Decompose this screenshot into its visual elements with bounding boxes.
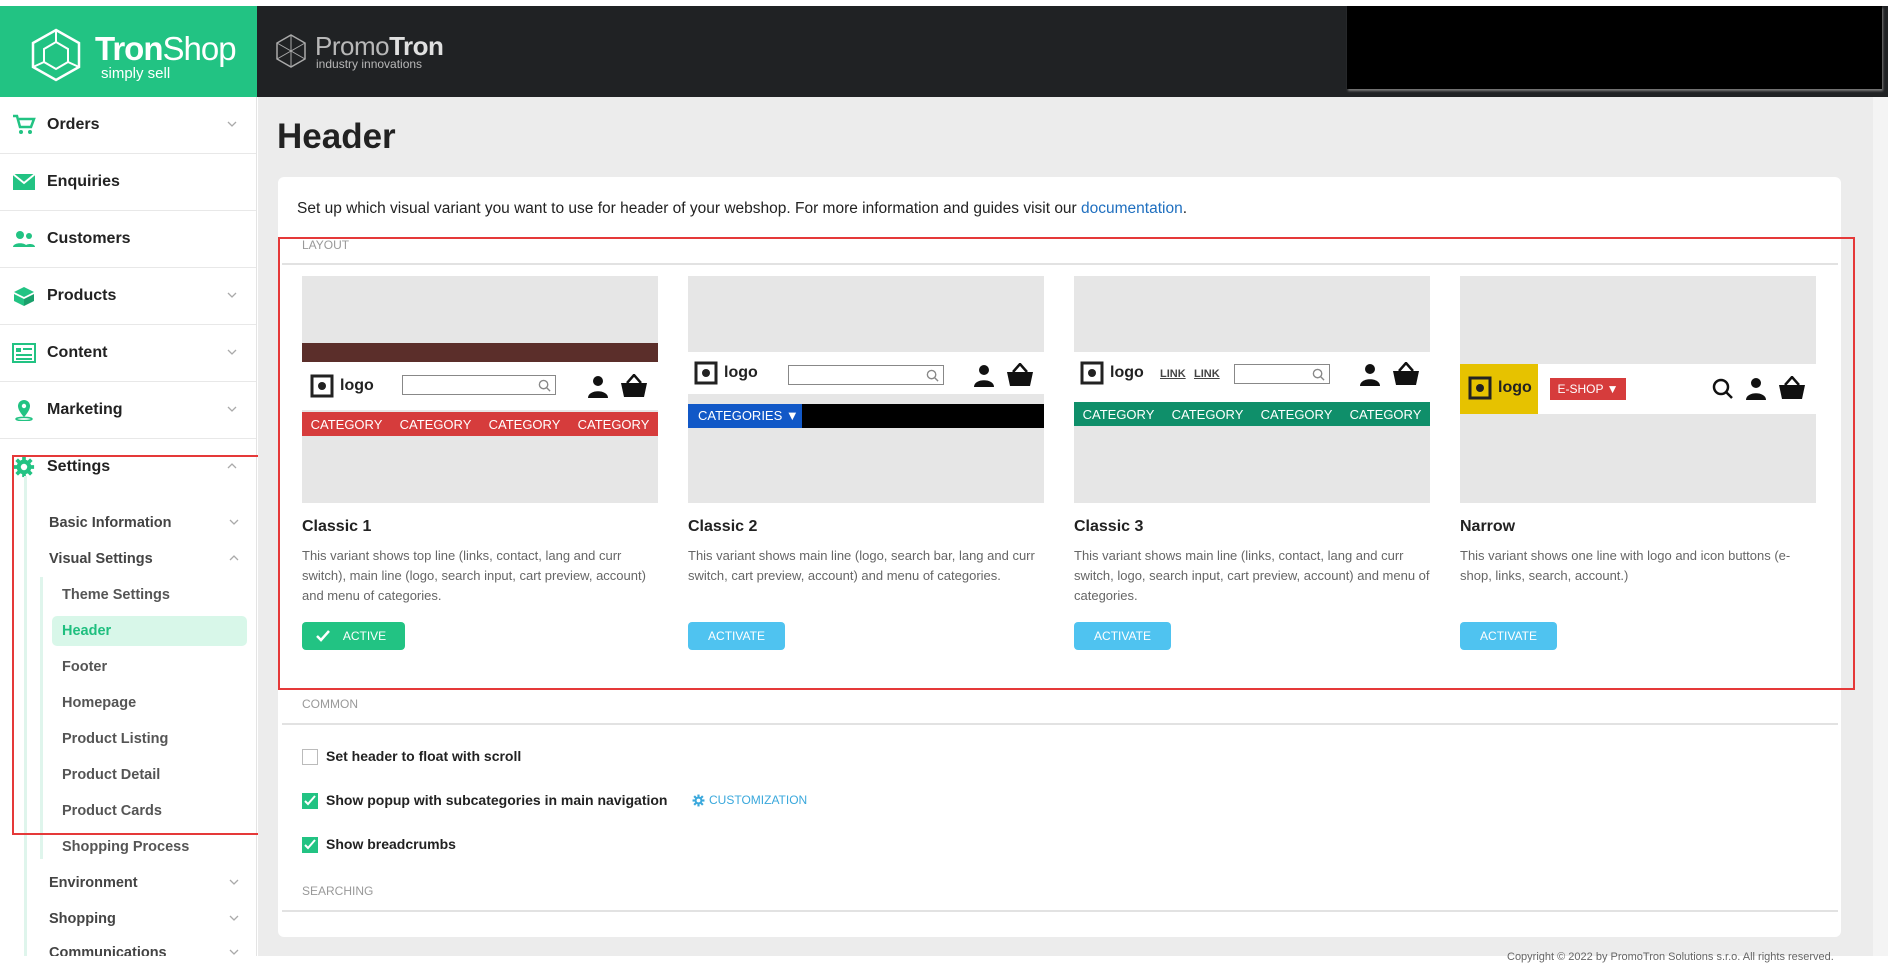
- float-header-checkbox[interactable]: [302, 749, 318, 765]
- brand-tagline: simply sell: [101, 65, 171, 82]
- chevron-down-icon: [227, 292, 237, 298]
- sidebar-item-enquiries[interactable]: Enquiries: [0, 154, 256, 211]
- box-icon: [14, 287, 34, 306]
- sidebar-item-content[interactable]: Content: [0, 325, 256, 382]
- search-icon: [1312, 368, 1325, 381]
- section-label-searching: Searching: [302, 884, 374, 898]
- preview-classic-1[interactable]: logo CATEGORY CATEGORY CATEGORY CATEGORY: [302, 276, 658, 503]
- preview-logo: logo: [1080, 361, 1144, 385]
- gear-icon: [692, 794, 705, 806]
- preview-search: [788, 365, 944, 385]
- subcategories-popup-label: Show popup with subcategories in main na…: [326, 792, 668, 808]
- subcategories-popup-checkbox[interactable]: [302, 793, 318, 809]
- search-icon: [926, 369, 939, 382]
- scrollbar[interactable]: [1873, 97, 1888, 956]
- variant-description: This variant shows main line (logo, sear…: [688, 548, 1035, 583]
- preview-logo: logo: [694, 361, 758, 385]
- preview-link: LINK: [1160, 368, 1186, 380]
- chevron-down-icon: [229, 949, 239, 955]
- variant-title: Classic 2: [688, 518, 758, 535]
- account-icon: [1360, 364, 1380, 386]
- preview-logo: logo: [1468, 376, 1532, 400]
- sidebar-sub-environment[interactable]: Environment: [49, 875, 239, 891]
- map-pin-icon: [15, 400, 33, 421]
- account-icon: [974, 365, 994, 387]
- activate-button[interactable]: Activate: [688, 622, 785, 650]
- intro-text: Set up which visual variant you want to …: [297, 200, 1188, 217]
- sidebar-item-products[interactable]: Products: [0, 268, 256, 325]
- activate-button[interactable]: Activate: [1074, 622, 1171, 650]
- preview-topline: [302, 343, 658, 362]
- active-button[interactable]: Active: [302, 622, 405, 650]
- activate-button[interactable]: Activate: [1460, 622, 1557, 650]
- preview-classic-3[interactable]: logo LINK LINK CATEGORY CATEGORY CATEGORY C…: [1074, 276, 1430, 503]
- sidebar-item-orders[interactable]: Orders: [0, 97, 256, 154]
- variant-title: Classic 1: [302, 518, 372, 535]
- partner-cube-icon: [276, 34, 306, 68]
- check-icon: [304, 795, 316, 806]
- section-label-common: Common: [302, 697, 358, 711]
- preview-category-bar: CATEGORY CATEGORY CATEGORY CATEGORY: [302, 412, 658, 436]
- logo-icon: [1468, 376, 1492, 400]
- variant-description: This variant shows one line with logo an…: [1460, 548, 1791, 583]
- basket-icon: [1007, 363, 1033, 386]
- envelope-icon: [12, 173, 36, 190]
- breadcrumbs-label: Show breadcrumbs: [326, 836, 456, 852]
- brand-logo[interactable]: TronShop simply sell: [0, 6, 257, 97]
- annotation-box-sidebar: [12, 455, 260, 835]
- sidebar-sub-shopping[interactable]: Shopping: [49, 911, 239, 927]
- documentation-link[interactable]: documentation: [1081, 200, 1183, 217]
- float-header-label: Set header to float with scroll: [326, 748, 522, 764]
- check-icon: [316, 630, 330, 642]
- variant-description: This variant shows top line (links, cont…: [302, 548, 646, 603]
- sidebar-sub-communications[interactable]: Communications: [49, 945, 239, 956]
- customization-link[interactable]: CUSTOMIZATION: [692, 793, 807, 807]
- basket-icon: [1393, 362, 1419, 385]
- sidebar-item-customers[interactable]: Customers: [0, 211, 256, 268]
- divider: [282, 910, 1838, 912]
- preview-link: LINK: [1194, 368, 1220, 380]
- preview-narrow[interactable]: logo E-SHOP ▼: [1460, 276, 1816, 503]
- check-icon: [304, 839, 316, 850]
- chevron-down-icon: [227, 121, 237, 127]
- search-icon: [538, 379, 551, 392]
- users-icon: [13, 231, 35, 247]
- basket-icon: [621, 374, 647, 397]
- cart-icon: [13, 114, 36, 134]
- search-icon: [1712, 378, 1733, 399]
- divider: [282, 723, 1838, 725]
- content-icon: [12, 343, 36, 363]
- sidebar-sub-shopping-process[interactable]: Shopping Process: [62, 839, 189, 855]
- preview-logo: logo: [310, 374, 374, 398]
- logo-icon: [310, 374, 334, 398]
- redacted-area: [1347, 6, 1882, 89]
- chevron-down-icon: [227, 349, 237, 355]
- variant-description: This variant shows main line (links, con…: [1074, 548, 1430, 603]
- variant-title: Classic 3: [1074, 518, 1144, 535]
- breadcrumbs-checkbox[interactable]: [302, 837, 318, 853]
- chevron-down-icon: [229, 879, 239, 885]
- brand-name: TronShop: [95, 30, 237, 67]
- logo-icon: [694, 361, 718, 385]
- sidebar-item-marketing[interactable]: Marketing: [0, 382, 256, 439]
- chevron-down-icon: [227, 406, 237, 412]
- basket-icon: [1779, 376, 1805, 399]
- preview-eshop-dropdown: E-SHOP ▼: [1550, 378, 1626, 400]
- variant-title: Narrow: [1460, 518, 1516, 535]
- cube-logo-icon: [31, 28, 81, 82]
- preview-search: [1234, 364, 1330, 384]
- account-icon: [1746, 378, 1766, 400]
- page-title: Header: [277, 117, 396, 156]
- preview-classic-2[interactable]: logo CATEGORIES ▼: [688, 276, 1044, 503]
- account-icon: [588, 376, 608, 398]
- preview-category-bar: CATEGORY CATEGORY CATEGORY CATEGORY: [1074, 402, 1430, 426]
- logo-icon: [1080, 361, 1104, 385]
- preview-categories-dropdown: CATEGORIES ▼: [688, 404, 802, 428]
- chevron-down-icon: [229, 915, 239, 921]
- copyright-text: Copyright © 2022 by PromoTron Solutions …: [1507, 951, 1834, 963]
- preview-search: [402, 375, 556, 395]
- partner-tagline: industry innovations: [316, 57, 423, 71]
